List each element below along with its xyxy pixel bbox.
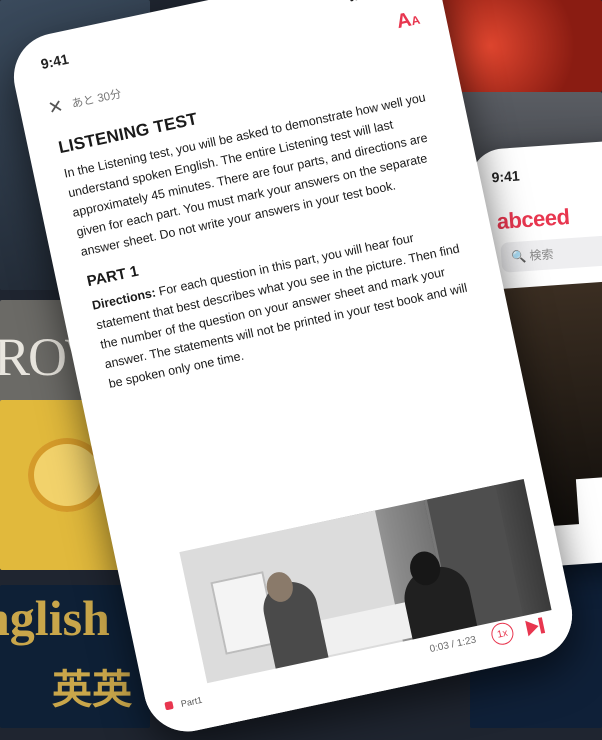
search-input[interactable]: 🔍 検索 — [500, 235, 602, 273]
status-time: 9:41 — [491, 167, 521, 186]
track-title: Part1 — [179, 694, 204, 710]
directions-text: For each question in this part, you will… — [94, 230, 469, 391]
text-size-icon[interactable]: AA — [395, 7, 422, 34]
text-size-icon-small: A — [409, 12, 422, 29]
close-icon[interactable]: ✕ — [46, 95, 65, 120]
book-cover-title: nglish — [0, 590, 110, 646]
signal-icon — [348, 0, 368, 2]
search-placeholder: 検索 — [528, 247, 554, 263]
app-logo: abceed — [495, 204, 571, 235]
status-icons — [348, 0, 411, 2]
reader-content: LISTENING TEST In the Listening test, yo… — [57, 59, 487, 405]
card — [575, 475, 602, 560]
playback-speed-button[interactable]: 1x — [489, 620, 516, 647]
track-icon — [164, 700, 174, 711]
book-cover-subtitle: 英英 — [52, 668, 132, 712]
playback-counter: 0:03 / 1:23 — [428, 634, 478, 656]
remaining-time: あと 30分 — [70, 88, 123, 111]
status-time: 9:41 — [39, 50, 70, 73]
skip-next-icon[interactable] — [523, 615, 550, 638]
